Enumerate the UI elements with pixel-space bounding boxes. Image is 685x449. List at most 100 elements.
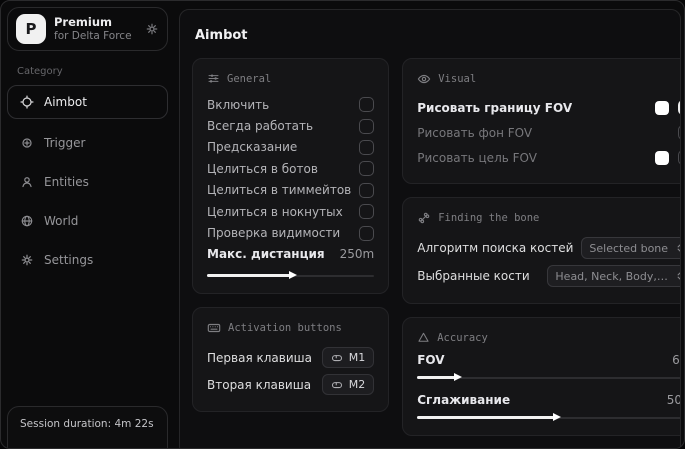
general-card: General Включить Всегда работать Предска… <box>192 58 389 294</box>
keybind-button-secondary[interactable]: M2 <box>322 374 375 395</box>
entities-icon <box>20 175 34 189</box>
visual-label: Рисовать цель FOV <box>417 151 537 165</box>
max-distance-row: Макс. дистанция 250m <box>207 244 374 265</box>
session-duration-text: Session duration: 4m 22s <box>20 418 154 430</box>
sidebar-item-label: Entities <box>44 175 89 189</box>
chevron-updown-icon <box>675 243 681 253</box>
checkbox-enable[interactable] <box>359 97 374 112</box>
smoothing-row: Сглаживание 50% <box>417 393 681 407</box>
keyboard-icon <box>207 321 221 335</box>
slider-thumb[interactable] <box>454 373 462 381</box>
bone-algorithm-label: Алгоритм поиска костей <box>417 241 573 255</box>
bone-algorithm-row: Алгоритм поиска костей Selected bone <box>417 234 681 262</box>
visual-card: Visual Рисовать границу FOV Рисовать фон… <box>402 58 681 184</box>
toggle-label: Целиться в тиммейтов <box>207 183 351 197</box>
crosshair-icon <box>20 95 34 109</box>
category-label: Category <box>17 66 158 77</box>
session-duration-box: Session duration: 4m 22s <box>7 406 168 449</box>
fov-slider[interactable] <box>417 373 681 382</box>
keybind-button-primary[interactable]: M1 <box>322 347 375 368</box>
mouse-icon <box>331 379 343 391</box>
globe-icon <box>20 214 34 228</box>
toggle-label: Проверка видимости <box>207 226 340 240</box>
activation-card: Activation buttons Первая клавиша M1 Вто… <box>192 307 389 412</box>
slider-fill <box>417 376 456 379</box>
visual-section-header: Visual <box>417 72 681 86</box>
visual-row-fov-border: Рисовать границу FOV <box>417 95 681 120</box>
toggle-label: Предсказание <box>207 140 297 154</box>
keybind-label: Вторая клавиша <box>207 378 311 392</box>
visual-row-fov-target: Рисовать цель FOV <box>417 145 681 170</box>
smoothing-slider[interactable] <box>417 413 681 422</box>
brand-gear-icon[interactable] <box>145 22 159 36</box>
fov-label: FOV <box>417 353 444 367</box>
selected-bones-select[interactable]: Head, Neck, Body, Pe... <box>547 265 681 287</box>
sliders-icon <box>207 72 220 85</box>
sidebar-item-label: Aimbot <box>44 95 87 109</box>
color-swatch-fov-border[interactable] <box>655 101 669 115</box>
section-title: Accuracy <box>437 332 488 344</box>
selected-bones-label: Выбранные кости <box>417 269 529 283</box>
smoothing-label: Сглаживание <box>417 393 510 407</box>
color-swatch-fov-target[interactable] <box>655 151 669 165</box>
brand-title: Premium <box>54 15 137 29</box>
brand-logo: P <box>16 14 46 44</box>
slider-thumb[interactable] <box>289 271 297 279</box>
slider-fill <box>207 274 291 277</box>
bone-algorithm-select[interactable]: Selected bone <box>581 237 681 259</box>
toggle-row-aim-teammates: Целиться в тиммейтов <box>207 180 374 201</box>
bones-section-header: Finding the bone <box>417 211 681 225</box>
smoothing-value: 50% <box>667 393 681 407</box>
activation-section-header: Activation buttons <box>207 321 374 335</box>
accuracy-card: Accuracy FOV 60° <box>402 317 681 436</box>
keybind-row-secondary: Вторая клавиша M2 <box>207 371 374 398</box>
section-title: Visual <box>438 73 476 85</box>
gear-icon <box>20 253 34 267</box>
toggle-label: Всегда работать <box>207 119 313 133</box>
visual-label: Рисовать границу FOV <box>417 101 572 115</box>
sidebar-item-label: Settings <box>44 253 93 267</box>
toggle-row-always-work: Всегда работать <box>207 115 374 136</box>
toggle-label: Целиться в ботов <box>207 162 318 176</box>
trigger-icon <box>20 136 34 150</box>
select-value: Selected bone <box>589 242 668 255</box>
toggle-row-enable: Включить <box>207 94 374 115</box>
brand-card: P Premium for Delta Force <box>7 7 168 51</box>
toggle-label: Включить <box>207 98 269 112</box>
app-window: P Premium for Delta Force Category Aimbo… <box>0 0 685 449</box>
max-distance-value: 250m <box>340 247 375 261</box>
checkbox-aim-teammates[interactable] <box>359 183 374 198</box>
checkbox-aim-bots[interactable] <box>359 161 374 176</box>
sidebar-item-label: Trigger <box>44 136 85 150</box>
checkbox-fov-target[interactable] <box>678 150 681 165</box>
max-distance-slider[interactable] <box>207 271 374 280</box>
mouse-icon <box>331 352 343 364</box>
slider-fill <box>417 416 555 419</box>
section-title: General <box>227 73 271 85</box>
page-title: Aimbot <box>195 28 665 43</box>
sidebar: P Premium for Delta Force Category Aimbo… <box>1 1 174 448</box>
max-distance-label: Макс. дистанция <box>207 247 325 261</box>
toggle-row-aim-knocked: Целиться в нокнутых <box>207 201 374 222</box>
sidebar-item-entities[interactable]: Entities <box>7 166 168 197</box>
checkbox-aim-knocked[interactable] <box>359 204 374 219</box>
sidebar-item-settings[interactable]: Settings <box>7 244 168 275</box>
sidebar-item-trigger[interactable]: Trigger <box>7 127 168 158</box>
keybind-value: M1 <box>349 351 366 364</box>
sidebar-item-aimbot[interactable]: Aimbot <box>7 85 168 119</box>
sidebar-item-world[interactable]: World <box>7 205 168 236</box>
brand-text: Premium for Delta Force <box>54 15 137 43</box>
visual-row-fov-background: Рисовать фон FOV <box>417 120 681 145</box>
checkbox-prediction[interactable] <box>359 140 374 155</box>
eye-icon <box>417 72 431 86</box>
checkbox-fov-background[interactable] <box>678 125 681 140</box>
accuracy-section-header: Accuracy <box>417 331 681 344</box>
sidebar-nav: Aimbot Trigger Entities World <box>7 85 168 283</box>
checkbox-always-work[interactable] <box>359 119 374 134</box>
toggle-row-prediction: Предсказание <box>207 137 374 158</box>
slider-thumb[interactable] <box>553 413 561 421</box>
checkbox-fov-border[interactable] <box>678 100 681 115</box>
keybind-row-primary: Первая клавиша M1 <box>207 344 374 371</box>
checkbox-visibility-check[interactable] <box>359 226 374 241</box>
general-section-header: General <box>207 72 374 85</box>
